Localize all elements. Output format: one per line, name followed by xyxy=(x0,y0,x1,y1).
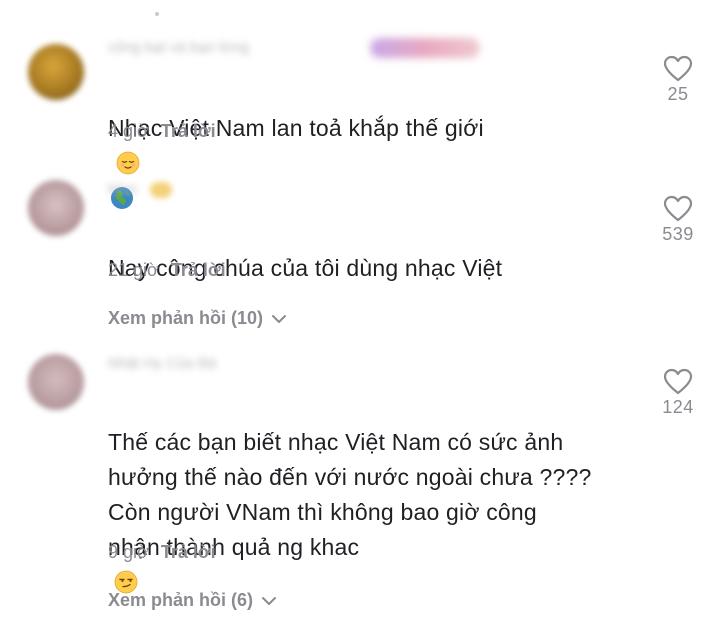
comment-username[interactable]: công bạt và bạn lừng xyxy=(108,40,249,56)
view-replies-button[interactable]: Xem phản hồi (6) xyxy=(108,590,277,610)
like-button[interactable]: 25 xyxy=(648,55,708,104)
view-replies-label: Xem phản hồi (10) xyxy=(108,308,264,328)
comment-timestamp: 4 giờ xyxy=(108,121,149,141)
like-button[interactable]: 124 xyxy=(648,368,708,417)
divider-dot xyxy=(155,12,159,16)
like-count: 25 xyxy=(667,84,689,104)
comment-meta: 21 giờ Trả lời xyxy=(108,260,226,280)
avatar[interactable] xyxy=(28,180,84,236)
reply-button[interactable]: Trả lời xyxy=(161,121,216,141)
heart-icon xyxy=(663,195,693,222)
view-replies-button[interactable]: Xem phản hồi (10) xyxy=(108,308,287,328)
heart-icon xyxy=(663,55,693,82)
like-count: 539 xyxy=(662,224,694,244)
reply-button[interactable]: Trả lời xyxy=(171,260,226,280)
view-replies-label: Xem phản hồi (6) xyxy=(108,590,254,610)
avatar[interactable] xyxy=(28,354,84,410)
chevron-down-icon xyxy=(272,315,287,324)
like-button[interactable]: 539 xyxy=(648,195,708,244)
username-badge xyxy=(370,38,480,58)
comment-username[interactable]: Nhật Hy Của Bà xyxy=(108,356,248,372)
comment-meta: 9 giờ Trả lời xyxy=(108,542,216,562)
like-count: 124 xyxy=(662,397,694,417)
relieved-face-icon xyxy=(116,151,140,175)
chevron-down-icon xyxy=(262,597,277,606)
comment-meta: 4 giờ Trả lời xyxy=(108,121,216,141)
comment-timestamp: 9 giờ xyxy=(108,542,149,562)
comment-timestamp: 21 giờ xyxy=(108,260,159,280)
heart-icon xyxy=(663,368,693,395)
comment-text: Thế các bạn biết nhạc Việt Nam có sức ản… xyxy=(108,390,591,600)
username-badge xyxy=(150,182,172,198)
comment-text-content: Thế các bạn biết nhạc Việt Nam có sức ản… xyxy=(108,429,592,560)
reply-button[interactable]: Trả lời xyxy=(161,542,216,562)
avatar[interactable] xyxy=(28,44,84,100)
